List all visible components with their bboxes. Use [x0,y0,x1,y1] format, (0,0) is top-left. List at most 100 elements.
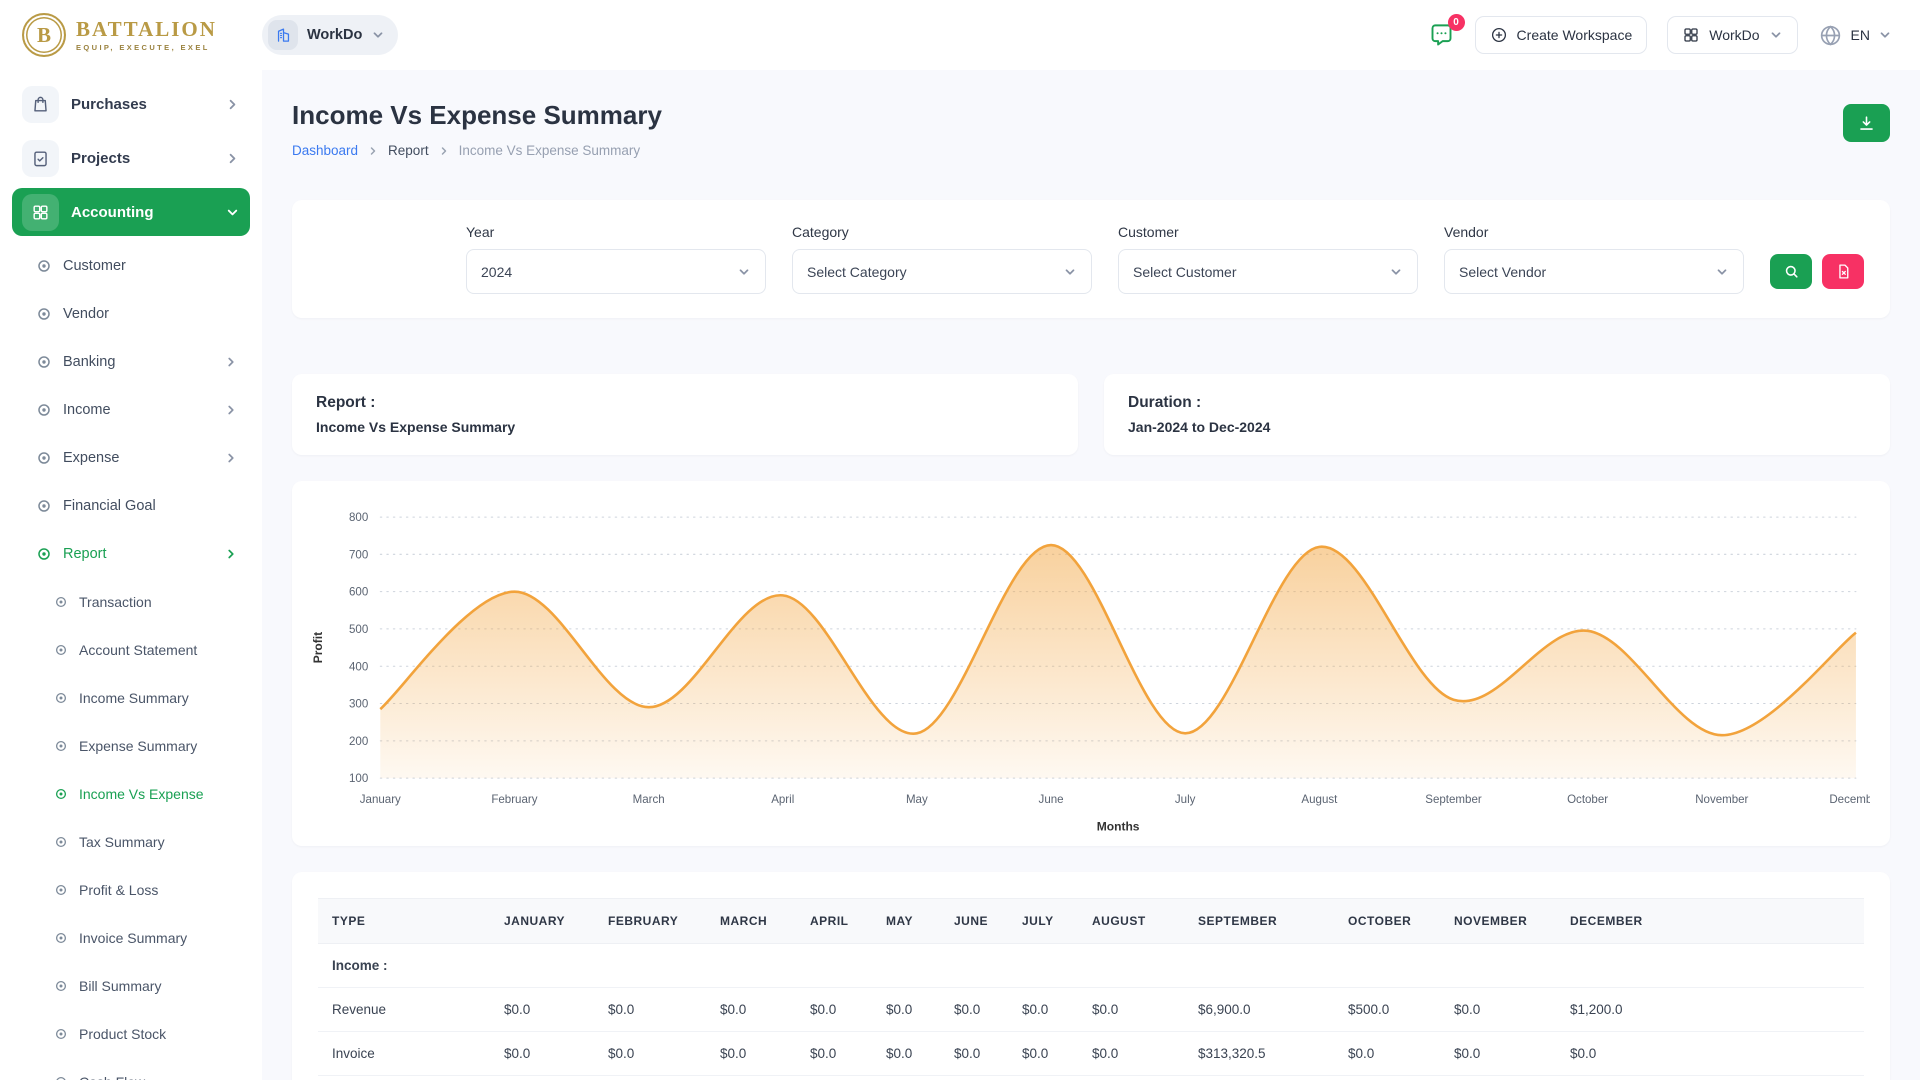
brand-logo[interactable]: B BATTALION EQUIP, EXECUTE, EXEL [0,13,262,57]
chart-card: 100200300400500600700800JanuaryFebruaryM… [292,481,1890,846]
column-header: SEPTEMBER [1184,899,1334,944]
globe-icon [1818,23,1843,48]
apps-menu-button[interactable]: WorkDo [1667,16,1797,54]
projects-icon [22,140,59,177]
sidebar-item-profit-loss[interactable]: Profit & Loss [12,866,250,914]
customer-select[interactable]: Select Customer [1118,249,1418,294]
sidebar-item-income-summary[interactable]: Income Summary [12,674,250,722]
year-field: Year 2024 [466,224,766,294]
column-header: TYPE [318,899,490,944]
sidebar-item-label: Expense [63,450,213,466]
sidebar-item-expense[interactable]: Expense [12,434,250,482]
sidebar-item-customer[interactable]: Customer [12,242,250,290]
svg-text:June: June [1039,794,1064,806]
svg-text:200: 200 [349,736,368,748]
chevron-right-icon [225,151,240,166]
column-header: JULY [1008,899,1078,944]
chevron-down-icon [371,28,385,42]
cell-value: $313,320.5 [1184,1032,1334,1076]
svg-text:400: 400 [349,661,368,673]
bullet-icon [54,595,68,609]
cell-value: $1,200.0 [1556,988,1864,1032]
create-workspace-label: Create Workspace [1517,27,1633,43]
sidebar-item-cash-flow[interactable]: Cash Flow [12,1058,250,1080]
brand-tagline: EQUIP, EXECUTE, EXEL [76,43,217,52]
year-label: Year [466,224,766,240]
customer-field: Customer Select Customer [1118,224,1418,294]
sidebar-item-invoice-summary[interactable]: Invoice Summary [12,914,250,962]
download-report-button[interactable] [1843,104,1890,142]
column-header: APRIL [796,899,872,944]
sidebar-item-account-statement[interactable]: Account Statement [12,626,250,674]
sidebar-item-purchases[interactable]: Purchases [12,80,250,128]
vendor-select[interactable]: Select Vendor [1444,249,1744,294]
report-table-card: TYPE JANUARY FEBRUARY MARCH APRIL MAY JU… [292,872,1890,1080]
column-header: MAY [872,899,940,944]
svg-text:800: 800 [349,512,368,524]
chevron-down-icon [1878,28,1892,42]
sidebar-item-label: Purchases [71,96,213,113]
column-header: JANUARY [490,899,594,944]
breadcrumb-current: Income Vs Expense Summary [459,143,641,158]
main-content: Income Vs Expense Summary Dashboard Repo… [262,70,1920,1080]
year-select[interactable]: 2024 [466,249,766,294]
sidebar: Purchases Projects Accounting Customer V… [0,70,262,1080]
sidebar-item-label: Report [63,546,213,562]
sidebar-item-transaction[interactable]: Transaction [12,578,250,626]
sidebar-item-label: Income Vs Expense [79,786,238,802]
sidebar-item-label: Invoice Summary [79,930,238,946]
sidebar-item-vendor[interactable]: Vendor [12,290,250,338]
sidebar-item-income[interactable]: Income [12,386,250,434]
sidebar-item-label: Tax Summary [79,834,238,850]
sidebar-item-label: Vendor [63,306,238,322]
create-workspace-button[interactable]: Create Workspace [1475,16,1648,54]
bullet-icon [54,883,68,897]
sidebar-item-accounting[interactable]: Accounting [12,188,250,236]
chevron-right-icon [224,451,238,465]
filter-reset-button[interactable] [1822,254,1864,289]
breadcrumb-dashboard[interactable]: Dashboard [292,143,358,158]
sidebar-item-product-stock[interactable]: Product Stock [12,1010,250,1058]
bullet-icon [54,643,68,657]
svg-text:February: February [491,794,537,806]
sidebar-item-report[interactable]: Report [12,530,250,578]
chevron-right-icon [367,145,379,157]
breadcrumb-report[interactable]: Report [388,143,429,158]
sidebar-item-financial-goal[interactable]: Financial Goal [12,482,250,530]
cell-value: $0.0 [1078,988,1184,1032]
chevron-down-icon [1715,265,1729,279]
bullet-icon [54,1075,68,1080]
bullet-icon [54,739,68,753]
cell-value: $0.0 [490,988,594,1032]
column-header: DECEMBER [1556,899,1864,944]
filter-search-button[interactable] [1770,254,1812,289]
breadcrumb: Dashboard Report Income Vs Expense Summa… [292,143,662,158]
income-vs-expense-table: TYPE JANUARY FEBRUARY MARCH APRIL MAY JU… [318,898,1864,1080]
header-actions: 0 Create Workspace WorkDo EN [1428,16,1892,54]
sidebar-item-projects[interactable]: Projects [12,134,250,182]
download-icon [1857,114,1876,133]
sidebar-item-income-vs-expense[interactable]: Income Vs Expense [12,770,250,818]
sidebar-item-label: Cash Flow [79,1074,238,1080]
cell-value: $0.0 [872,1032,940,1076]
sidebar-item-tax-summary[interactable]: Tax Summary [12,818,250,866]
sidebar-item-banking[interactable]: Banking [12,338,250,386]
sidebar-item-label: Income Summary [79,690,238,706]
language-selector[interactable]: EN [1818,23,1892,48]
bullet-icon [54,931,68,945]
category-select[interactable]: Select Category [792,249,1092,294]
workspace-switcher[interactable]: WorkDo [262,15,398,55]
chevron-down-icon [1389,265,1403,279]
sidebar-item-expense-summary[interactable]: Expense Summary [12,722,250,770]
section-label: Income : [318,944,1864,988]
customer-label: Customer [1118,224,1418,240]
cell-value: $0.0 [706,988,796,1032]
brand-logo-badge: B [22,13,66,57]
sidebar-item-label: Account Statement [79,642,238,658]
duration-value: Jan-2024 to Dec-2024 [1128,419,1866,435]
chat-button[interactable]: 0 [1428,22,1455,49]
sidebar-item-bill-summary[interactable]: Bill Summary [12,962,250,1010]
svg-text:100: 100 [349,773,368,785]
column-header: JUNE [940,899,1008,944]
brand-initial: B [37,23,51,48]
